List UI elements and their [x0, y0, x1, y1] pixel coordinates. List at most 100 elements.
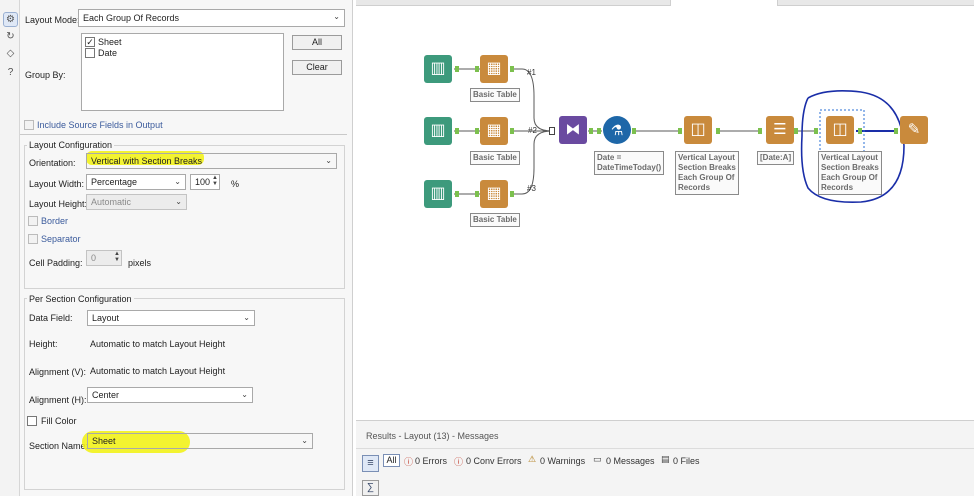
percent-sign: %	[231, 179, 240, 189]
spinner-icon[interactable]: ▲ ▼	[212, 175, 218, 187]
error-icon: ⓘ	[404, 457, 414, 467]
connection-label-3: #3	[527, 184, 536, 193]
sort-icon: ☰	[773, 121, 787, 138]
table-node-3[interactable]: ▦	[480, 180, 508, 208]
render-icon: ✎	[907, 121, 921, 138]
messages-filter[interactable]: 0 Messages	[606, 456, 655, 466]
layout-mode-value: Each Group Of Records	[83, 13, 180, 23]
chevron-down-icon: ⌄	[333, 12, 340, 21]
alignment-h-value: Center	[92, 390, 120, 400]
layout-configuration-title: Layout Configuration	[27, 140, 115, 150]
orientation-label: Orientation:	[29, 158, 76, 168]
workflow-canvas[interactable]: ▥ ▥ ▥ ▦ ▦ ▦ Basic Table Basic Table Basi…	[356, 6, 974, 420]
layout-width-select[interactable]: Percentage ⌄	[86, 174, 186, 190]
layout-mode-label: Layout Mode:	[25, 15, 80, 25]
union-node[interactable]: ⧓	[559, 116, 587, 144]
orientation-select[interactable]: Vertical with Section Breaks ⌄	[86, 153, 337, 169]
clear-button[interactable]: Clear	[292, 60, 342, 75]
table-node-1[interactable]: ▦	[480, 55, 508, 83]
tag-icon[interactable]: ◇	[3, 46, 18, 61]
render-node[interactable]: ✎	[900, 116, 928, 144]
chevron-down-icon: ⌄	[325, 156, 332, 165]
flask-icon: ⚗	[610, 122, 624, 138]
basic-table-label-3: Basic Table	[470, 213, 520, 227]
group-by-sheet-checkbox[interactable]: ✓	[85, 37, 95, 47]
pixels-label: pixels	[128, 258, 152, 268]
group-by-sheet-label: Sheet	[98, 37, 122, 47]
results-pane: Results - Layout (13) - Messages ≡ All ⓘ…	[356, 420, 974, 496]
book-icon: ▥	[430, 185, 446, 202]
layout-mode-select[interactable]: Each Group Of Records ⌄	[78, 9, 345, 27]
cell-padding-label: Cell Padding:	[29, 258, 83, 268]
layout-width-number-value: 100	[195, 177, 211, 187]
dna-icon: ⧓	[565, 121, 581, 138]
cell-padding-value: 0	[91, 253, 97, 263]
section-name-select[interactable]: Sheet ⌄	[87, 433, 313, 449]
alignment-h-select[interactable]: Center ⌄	[87, 387, 253, 403]
group-by-label: Group By:	[25, 70, 66, 80]
transpose-view-icon[interactable]: ∑	[362, 480, 379, 496]
union-anchor	[549, 127, 555, 135]
all-button[interactable]: All	[292, 35, 342, 50]
group-by-date-label: Date	[98, 48, 118, 58]
layout-label-2-line4: Records	[821, 183, 854, 192]
layout-icon: ◫	[690, 121, 706, 138]
layout-node-2[interactable]: ◫	[826, 116, 854, 144]
book-icon: ▥	[430, 60, 446, 77]
chevron-down-icon: ⌄	[175, 197, 182, 206]
files-filter[interactable]: 0 Files	[673, 456, 700, 466]
input-data-node-1[interactable]: ▥	[424, 55, 452, 83]
table-node-2[interactable]: ▦	[480, 117, 508, 145]
layout-height-value: Automatic	[91, 197, 132, 207]
fill-color-label: Fill Color	[41, 416, 77, 426]
table-icon: ▦	[486, 122, 502, 139]
sort-node[interactable]: ☰	[766, 116, 794, 144]
formula-label-line1: Date =	[597, 153, 622, 162]
separator-checkbox[interactable]	[28, 234, 38, 244]
spinner-icon[interactable]: ▲ ▼	[114, 251, 120, 263]
layout-label-2-line1: Vertical Layout	[821, 153, 878, 162]
configuration-panel: Layout Mode: Each Group Of Records ⌄ ✓ S…	[20, 0, 353, 496]
chevron-down-icon: ⌄	[241, 390, 248, 399]
fill-color-checkbox[interactable]	[27, 416, 37, 426]
layout-width-number[interactable]: 100 ▲ ▼	[190, 174, 220, 190]
layout-label-1-line3: Each Group Of	[678, 173, 735, 182]
layout-node-1[interactable]: ◫	[684, 116, 712, 144]
layout-width-value: Percentage	[91, 177, 138, 187]
all-filter-button[interactable]: All	[383, 454, 400, 467]
layout-height-label: Layout Height:	[29, 199, 88, 209]
conv-errors-filter[interactable]: 0 Conv Errors	[466, 456, 522, 466]
border-checkbox[interactable]	[28, 216, 38, 226]
warnings-filter[interactable]: 0 Warnings	[540, 456, 585, 466]
data-field-value: Layout	[92, 313, 120, 323]
input-data-node-3[interactable]: ▥	[424, 180, 452, 208]
cell-padding-input[interactable]: 0 ▲ ▼	[86, 250, 122, 266]
help-icon[interactable]: ?	[3, 65, 18, 80]
connection-label-2: #2	[528, 126, 537, 135]
section-name-label: Section Name:	[29, 441, 89, 451]
basic-table-label-1: Basic Table	[470, 88, 520, 102]
layout-label-1-line1: Vertical Layout	[678, 153, 735, 162]
layout-icon: ◫	[832, 121, 848, 138]
gear-icon[interactable]: ⚙	[3, 12, 18, 27]
alignment-v-label: Alignment (V):	[29, 367, 87, 377]
chevron-down-icon: ⌄	[174, 177, 181, 186]
list-view-icon[interactable]: ≡	[362, 455, 379, 472]
errors-filter[interactable]: 0 Errors	[415, 456, 447, 466]
group-by-listbox[interactable]: ✓ Sheet Date	[81, 33, 284, 111]
include-source-checkbox[interactable]	[24, 120, 34, 130]
connection-label-1: #1	[527, 68, 536, 77]
layout-label-1: Vertical Layout Section Breaks Each Grou…	[675, 151, 739, 195]
refresh-icon[interactable]: ↻	[3, 29, 18, 44]
height-value: Automatic to match Layout Height	[90, 339, 226, 349]
layout-height-select[interactable]: Automatic ⌄	[86, 194, 187, 210]
warning-icon: ⚠	[528, 454, 537, 464]
file-icon: ▤	[661, 454, 670, 464]
input-data-node-2[interactable]: ▥	[424, 117, 452, 145]
data-field-select[interactable]: Layout ⌄	[87, 310, 255, 326]
formula-node[interactable]: ⚗	[603, 116, 631, 144]
group-by-date-checkbox[interactable]	[85, 48, 95, 58]
per-section-configuration-title: Per Section Configuration	[27, 294, 134, 304]
results-filter-bar: ≡ All ⓘ 0 Errors ⓘ 0 Conv Errors ⚠ 0 War…	[356, 448, 974, 472]
section-name-value: Sheet	[92, 436, 116, 446]
